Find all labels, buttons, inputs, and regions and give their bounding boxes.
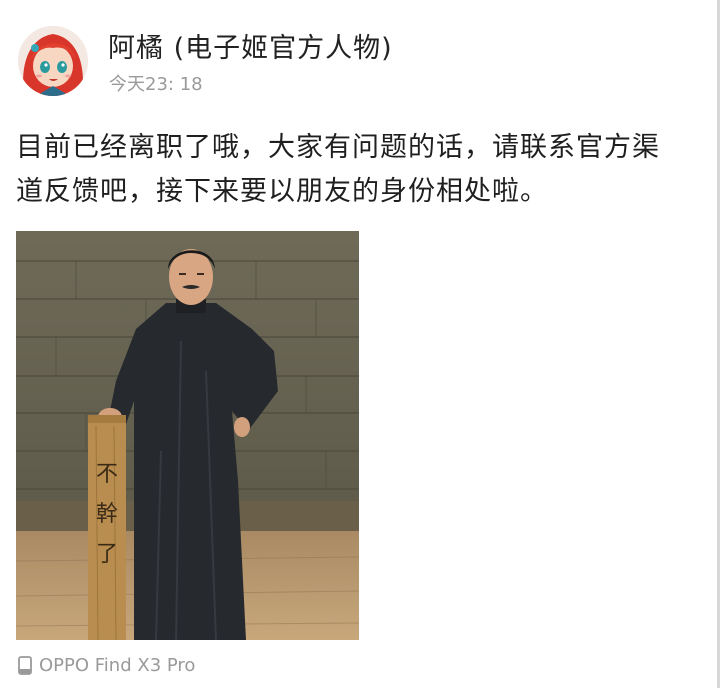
- photo-man-with-sign: 不 幹 了: [16, 231, 359, 640]
- post-card: 阿橘 (电子姬官方人物) 今天23: 18 目前已经离职了哦，大家有问题的话，请…: [0, 0, 720, 688]
- svg-text:不: 不: [96, 462, 118, 487]
- device-source: OPPO Find X3 Pro: [18, 654, 195, 676]
- svg-text:幹: 幹: [96, 502, 118, 527]
- post-image[interactable]: 不 幹 了: [16, 231, 359, 640]
- phone-icon: [18, 655, 32, 675]
- post-body: 目前已经离职了哦，大家有问题的话，请联系官方渠 道反馈吧，接下来要以朋友的身份相…: [16, 126, 706, 214]
- svg-text:了: 了: [96, 542, 118, 567]
- avatar[interactable]: [18, 26, 88, 96]
- post-timestamp: 今天23: 18: [109, 74, 203, 95]
- post-body-line: 目前已经离职了哦，大家有问题的话，请联系官方渠: [16, 132, 660, 163]
- avatar-image: [18, 26, 88, 96]
- post-body-line: 道反馈吧，接下来要以朋友的身份相处啦。: [16, 176, 548, 207]
- device-label: OPPO Find X3 Pro: [39, 654, 196, 676]
- author-name[interactable]: 阿橘 (电子姬官方人物): [108, 26, 393, 65]
